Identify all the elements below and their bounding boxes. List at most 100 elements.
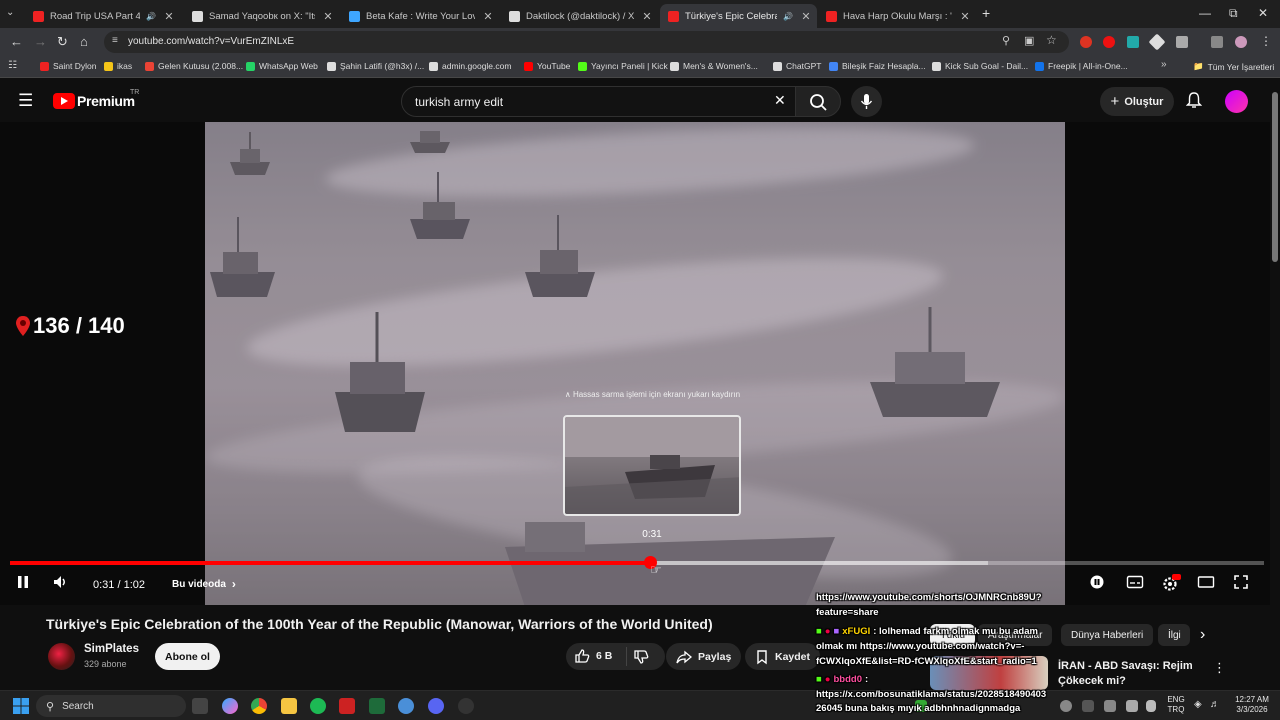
bookmark-5[interactable]: admin.google.com (429, 61, 511, 71)
account-avatar[interactable] (1225, 90, 1248, 113)
search-button[interactable] (795, 86, 841, 117)
browser-tab-0[interactable]: Road Trip USA Part 4 - Drivi 🔊 ✕ (25, 4, 180, 28)
create-button[interactable]: + Oluştur (1100, 87, 1174, 116)
bookmark-10[interactable]: Bileşik Faiz Hesapla... (829, 61, 926, 71)
profile-avatar-icon[interactable] (1235, 36, 1247, 48)
dislike-button[interactable] (633, 649, 649, 670)
extension-diamond-icon[interactable] (1148, 33, 1166, 51)
bookmark-0[interactable]: Saint Dylon (40, 61, 96, 71)
hamburger-menu-icon[interactable]: ☰ (18, 91, 33, 111)
extension-shield-icon[interactable] (1103, 36, 1115, 48)
github-icon[interactable] (458, 698, 474, 714)
minimize-icon[interactable]: — (1199, 6, 1211, 20)
tab-close-icon[interactable]: ✕ (162, 10, 176, 23)
chapter-button[interactable]: Bu videoda › (162, 572, 246, 596)
reading-list-icon[interactable] (1211, 36, 1223, 48)
chip-2[interactable]: Dünya Haberleri (1061, 624, 1154, 646)
bookmark-star-icon[interactable]: ☆ (1046, 33, 1057, 47)
extension-red-icon[interactable] (1080, 36, 1092, 48)
excel-like-icon[interactable] (369, 698, 385, 714)
site-info-icon[interactable]: ≡ (112, 35, 118, 46)
apps-grid-icon[interactable]: ☷ (8, 60, 17, 71)
progress-bar[interactable] (10, 556, 1264, 569)
tab-search-chevron-icon[interactable]: ⌄ (6, 7, 14, 18)
forward-icon[interactable]: → (34, 34, 47, 49)
bookmark-2[interactable]: Gelen Kutusu (2.008... (145, 61, 243, 71)
extensions-puzzle-icon[interactable] (1176, 36, 1188, 48)
tray-app-icon[interactable] (1060, 700, 1072, 712)
chrome-taskbar-icon[interactable] (251, 698, 267, 714)
restore-icon[interactable]: ⧉ (1229, 6, 1238, 21)
bookmark-6[interactable]: YouTube (524, 61, 570, 71)
volume-button[interactable] (52, 574, 68, 593)
autoplay-toggle[interactable] (1089, 574, 1105, 593)
recommendation-title-2[interactable]: Çökecek mi? (1058, 675, 1126, 687)
bookmark-4[interactable]: Şahin Latifi (@h3x) /... (327, 61, 424, 71)
language-indicator[interactable]: ENG TRQ (1162, 695, 1190, 715)
clear-search-icon[interactable]: ✕ (774, 92, 786, 109)
close-window-icon[interactable]: ✕ (1258, 6, 1268, 20)
tab-close-icon[interactable]: ✕ (321, 10, 335, 23)
more-bookmarks-icon[interactable]: » (1161, 59, 1167, 70)
reload-icon[interactable]: ↻ (57, 34, 68, 50)
bookmark-3[interactable]: WhatsApp Web (246, 61, 318, 71)
fullscreen-button[interactable] (1233, 574, 1249, 593)
bookmark-8[interactable]: Men's & Women's... (670, 61, 758, 71)
home-icon[interactable]: ⌂ (80, 34, 88, 49)
tab-close-icon[interactable]: ✕ (799, 10, 813, 23)
theater-mode-button[interactable] (1197, 574, 1215, 593)
video-app-icon[interactable] (339, 698, 355, 714)
cast-icon[interactable]: ▣ (1024, 34, 1034, 47)
microphone-tray-icon[interactable] (1146, 700, 1156, 712)
browser-menu-icon[interactable]: ⋮ (1260, 34, 1272, 48)
task-view-icon[interactable] (192, 698, 208, 714)
page-scrollbar[interactable] (1270, 80, 1280, 690)
bookmark-9[interactable]: ChatGPT (773, 61, 821, 71)
voice-search-button[interactable] (851, 86, 882, 117)
tray-app-icon[interactable] (1126, 700, 1138, 712)
tray-app-icon[interactable] (1104, 700, 1116, 712)
tab-close-icon[interactable]: ✕ (640, 10, 654, 23)
recommendation-title-1[interactable]: İRAN - ABD Savaşı: Rejim (1058, 660, 1193, 672)
all-bookmarks-folder[interactable]: 📁 Tüm Yer İşaretleri (1193, 61, 1274, 72)
bookmark-11[interactable]: Kick Sub Goal - Dail... (932, 61, 1028, 71)
tab-audio-icon[interactable]: 🔊 (146, 12, 156, 21)
video-player[interactable]: 136 / 140 ∧ Hassas sarma işlemi için ekr… (0, 122, 1270, 605)
browser-tab-1[interactable]: Samad Yaqoobк on X: "Its calli ✕ (184, 4, 339, 28)
wifi-icon[interactable]: ◈ (1194, 699, 1202, 710)
subscribe-button[interactable]: Abone ol (155, 643, 220, 670)
share-button[interactable]: Paylaş (666, 643, 742, 670)
network-app-icon[interactable] (398, 698, 414, 714)
windows-start-icon[interactable] (13, 698, 29, 719)
extension-translate-icon[interactable] (1127, 36, 1139, 48)
address-bar[interactable]: ≡ youtube.com/watch?v=VurEmZINLxE ⚲ ▣ ☆ (104, 31, 1069, 53)
new-tab-button[interactable]: + (982, 5, 990, 21)
browser-tab-5[interactable]: Hava Harp Okulu Marşı : "Yolun ✕ (818, 4, 976, 28)
spotify-icon[interactable] (310, 698, 326, 714)
browser-tab-4[interactable]: Türkiye's Epic Celebration o 🔊 ✕ (660, 4, 817, 28)
back-icon[interactable]: ← (10, 34, 23, 49)
youtube-logo-icon[interactable] (53, 93, 75, 109)
zoom-icon[interactable]: ⚲ (1002, 34, 1010, 47)
scrollbar-thumb[interactable] (1272, 92, 1278, 262)
bookmark-1[interactable]: ikas (104, 61, 132, 71)
pause-button[interactable] (16, 574, 30, 593)
bookmark-12[interactable]: Freepik | All-in-One... (1035, 61, 1128, 71)
channel-avatar[interactable] (48, 643, 75, 670)
steam-icon[interactable] (1082, 700, 1094, 712)
chip-3[interactable]: İlgi (1158, 624, 1190, 646)
chips-next-icon[interactable]: › (1200, 626, 1205, 644)
browser-tab-2[interactable]: Beta Kafe : Write Your Love Sto ✕ (341, 4, 499, 28)
search-input[interactable]: turkish army edit ✕ (401, 86, 796, 117)
settings-button[interactable] (1161, 574, 1181, 595)
subtitles-button[interactable] (1126, 574, 1144, 593)
copilot-icon[interactable] (222, 698, 238, 714)
file-explorer-icon[interactable] (281, 698, 297, 714)
tab-close-icon[interactable]: ✕ (958, 10, 972, 23)
speaker-icon[interactable]: ♬ (1210, 699, 1220, 710)
youtube-premium-label[interactable]: Premium (77, 93, 135, 109)
tab-audio-icon[interactable]: 🔊 (783, 12, 793, 21)
bookmark-7[interactable]: Yayıncı Paneli | Kick (578, 61, 668, 71)
taskbar-search[interactable]: ⚲ Search (36, 695, 186, 717)
like-button[interactable]: 6 B (574, 648, 612, 664)
